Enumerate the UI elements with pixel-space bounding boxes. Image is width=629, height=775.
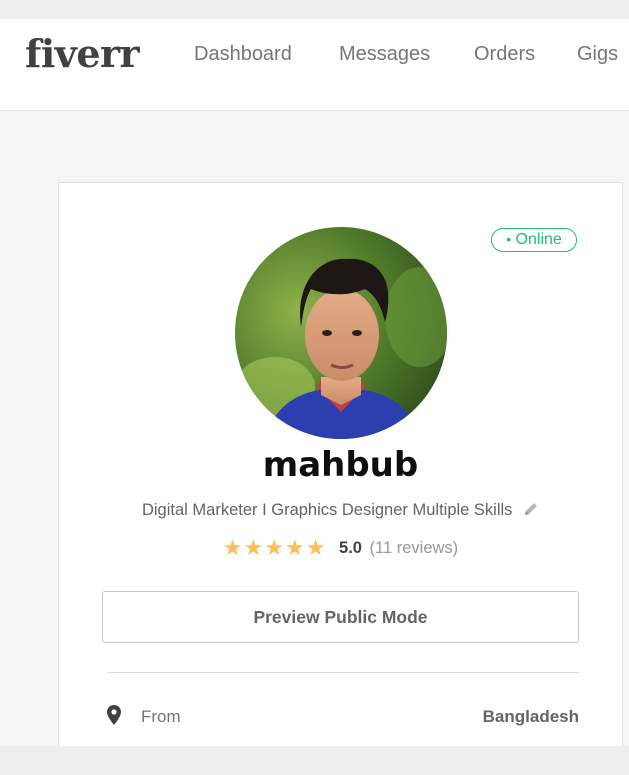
- profile-card: • Online mahbub Digital Marketer I Graph…: [58, 182, 623, 754]
- fiverr-logo[interactable]: fiverr: [25, 31, 140, 76]
- from-label: From: [141, 707, 181, 726]
- nav-messages[interactable]: Messages: [339, 43, 430, 66]
- top-navigation-bar: fiverr Dashboard Messages Orders Gigs: [0, 19, 629, 111]
- from-row: From Bangladesh: [107, 705, 579, 729]
- profile-username: mahbub: [262, 445, 419, 485]
- rating-score: 5.0: [339, 539, 362, 557]
- nav-gigs[interactable]: Gigs: [577, 43, 618, 66]
- pencil-icon[interactable]: [523, 501, 539, 522]
- avatar-photo: [235, 227, 447, 439]
- tagline-text: Digital Marketer I Graphics Designer Mul…: [141, 501, 513, 519]
- reviews-count[interactable]: (11 reviews): [370, 539, 459, 557]
- location-pin-icon: [107, 705, 121, 730]
- star-rating-icons: ★★★★★: [222, 535, 327, 560]
- country-value: Bangladesh: [482, 707, 579, 726]
- top-strip: [0, 0, 629, 19]
- profile-rating: ★★★★★ 5.0 (11 reviews): [59, 535, 622, 561]
- preview-public-mode-button[interactable]: Preview Public Mode: [102, 591, 579, 643]
- nav-orders[interactable]: Orders: [474, 43, 535, 66]
- avatar[interactable]: [235, 227, 447, 439]
- online-status-badge: • Online: [491, 228, 577, 252]
- nav-dashboard[interactable]: Dashboard: [194, 43, 292, 66]
- divider: [107, 672, 579, 673]
- profile-tagline: Digital Marketer I Graphics Designer Mul…: [59, 501, 622, 522]
- online-status-label: Online: [515, 231, 562, 248]
- online-dot-icon: •: [506, 231, 512, 247]
- bottom-strip: [0, 746, 629, 775]
